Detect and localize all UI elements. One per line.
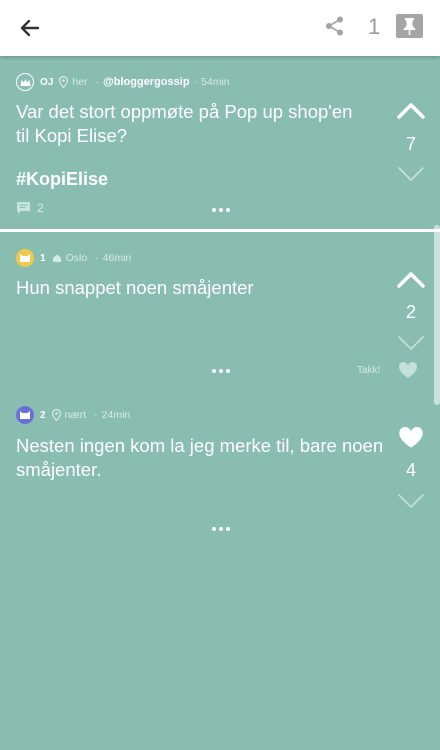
upvote-icon[interactable] [397, 270, 425, 288]
downvote-icon[interactable] [397, 335, 425, 351]
pin-button[interactable] [396, 14, 423, 38]
location: her [72, 76, 88, 88]
comment-icon [17, 202, 30, 214]
location: Oslo [65, 252, 88, 264]
timestamp: 54min [201, 76, 230, 88]
hashtag[interactable]: #KopiElise [16, 169, 108, 190]
location: nært [64, 409, 87, 421]
reply-number: 2 [40, 409, 46, 421]
pin-count: 1 [368, 14, 381, 39]
heart-icon[interactable] [398, 362, 418, 379]
top-bar: 1 [0, 0, 440, 56]
post-meta: OJ her · @bloggergossip · 54min [16, 73, 230, 91]
comment-count[interactable]: 2 [16, 201, 44, 215]
vote-score: 2 [405, 302, 416, 322]
cat-icon [16, 249, 34, 267]
username: OJ [40, 76, 54, 88]
thanks-label: Takk! [357, 365, 381, 376]
downvote-icon[interactable] [397, 166, 425, 182]
more-options-icon[interactable] [210, 204, 240, 216]
location-pin-icon [59, 76, 69, 88]
reply-2: 2 nært · 24min Nesten ingen kom la jeg m… [0, 390, 440, 550]
author-handle[interactable]: @bloggergossip [103, 76, 190, 88]
reply-meta: 1 Oslo · 46min [16, 249, 131, 267]
upvote-icon[interactable] [397, 101, 425, 119]
original-post: OJ her · @bloggergossip · 54min Var det … [0, 56, 440, 230]
cat-icon [16, 406, 34, 424]
heart-icon[interactable] [398, 427, 424, 449]
more-options-icon[interactable] [210, 523, 240, 535]
location-pin-icon [51, 409, 61, 421]
crown-icon [16, 73, 34, 91]
home-icon [52, 253, 62, 263]
downvote-icon[interactable] [397, 493, 425, 509]
post-text: Var det stort oppmøte på Pop up shop'en … [16, 101, 353, 146]
pin-icon [403, 18, 416, 35]
vote-score: 7 [405, 134, 416, 154]
reply-text: Hun snappet noen småjenter [16, 277, 254, 298]
reply-1: 1 Oslo · 46min Hun snappet noen småjente… [0, 232, 440, 387]
reply-meta: 2 nært · 24min [16, 406, 130, 424]
timestamp: 46min [102, 252, 132, 264]
share-icon[interactable] [324, 15, 346, 37]
timestamp: 24min [101, 409, 131, 421]
vote-score: 4 [405, 460, 416, 480]
more-options-icon[interactable] [210, 365, 240, 377]
reply-number: 1 [40, 252, 46, 264]
back-arrow-icon[interactable] [18, 16, 42, 40]
reply-text: Nesten ingen kom la jeg merke til, bare … [16, 435, 384, 480]
